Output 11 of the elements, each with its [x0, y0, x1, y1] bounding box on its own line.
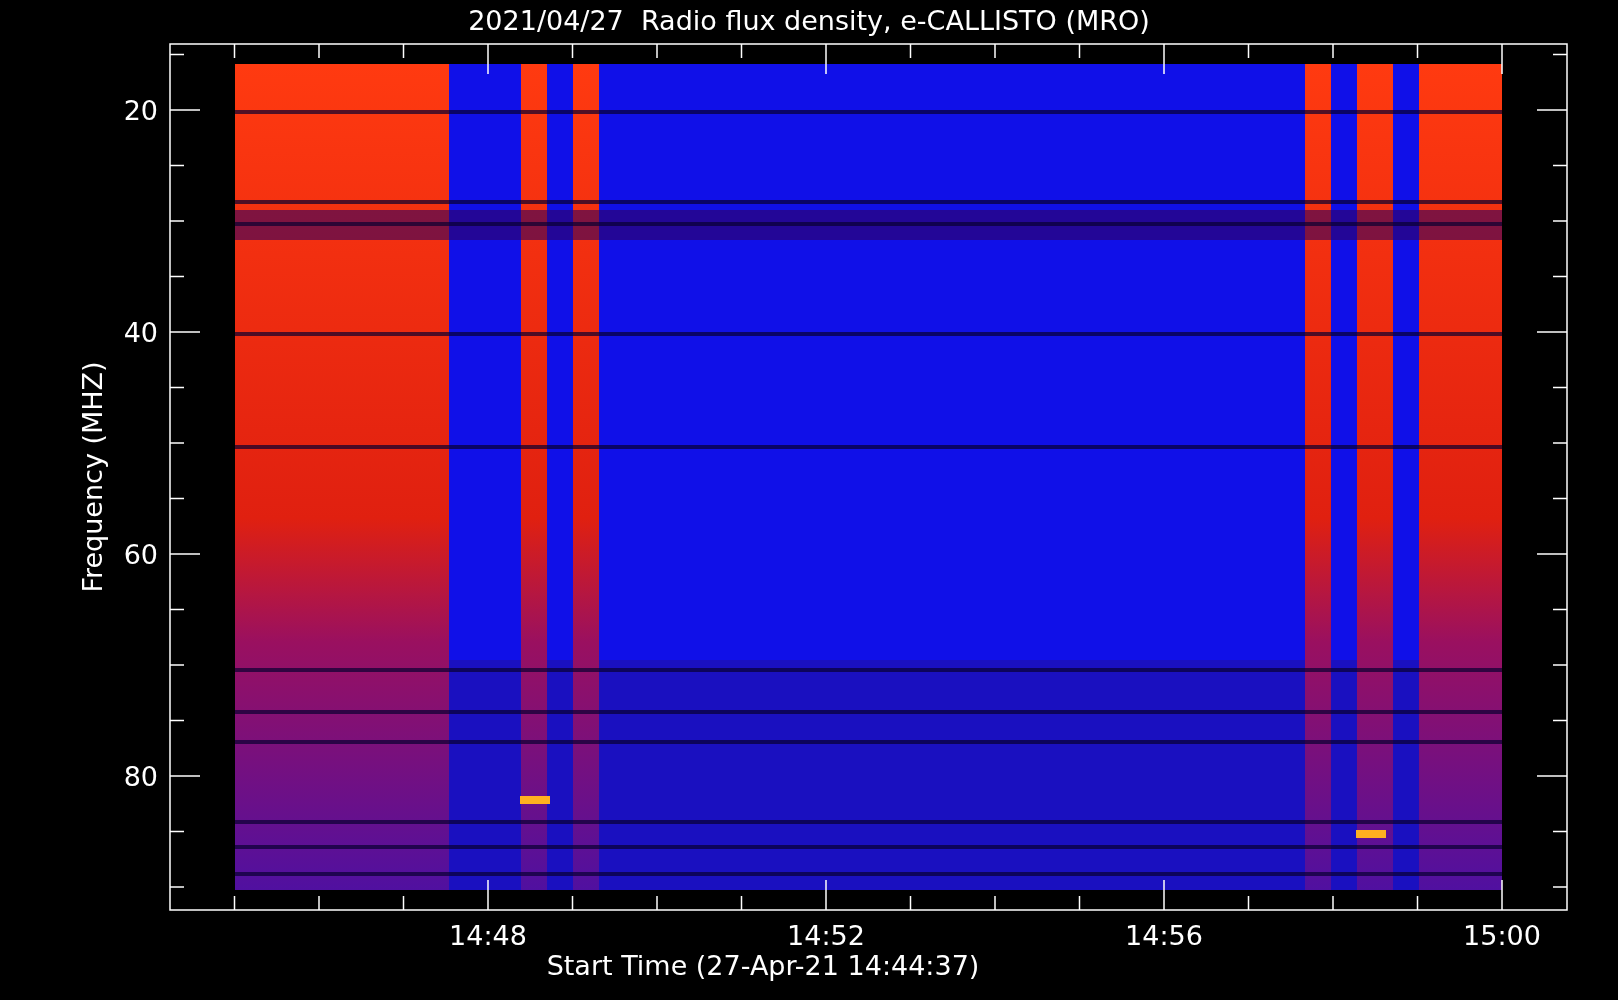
- x-tick-label: 14:48: [449, 920, 527, 951]
- y-axis-label: Frequency (MHZ): [77, 361, 108, 593]
- y-tick-label: 40: [123, 317, 158, 348]
- x-tick-label: 14:56: [1125, 920, 1203, 951]
- y-tick-label: 60: [123, 539, 158, 570]
- chart-title: 2021/04/27 Radio flux density, e-CALLISTO (MRO): [468, 5, 1150, 36]
- x-tick-label: 14:52: [787, 920, 865, 951]
- x-tick-label: 15:00: [1463, 920, 1541, 951]
- y-tick-label: 20: [123, 95, 158, 126]
- y-tick-label: 80: [123, 761, 158, 792]
- x-axis-label: Start Time (27-Apr-21 14:44:37): [546, 950, 980, 981]
